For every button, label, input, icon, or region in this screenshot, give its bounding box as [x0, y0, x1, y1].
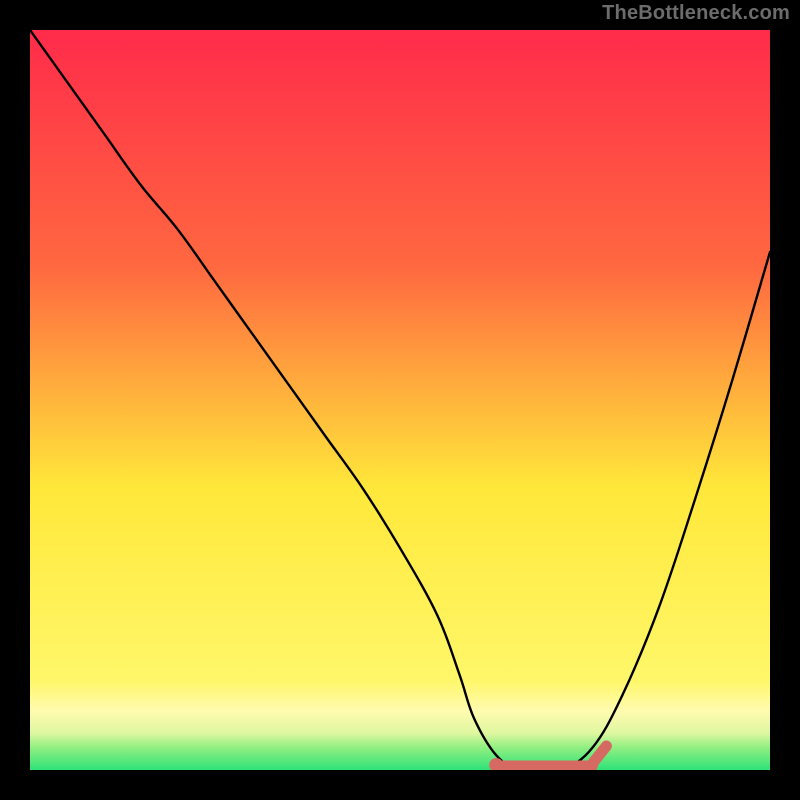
plot-area [30, 30, 770, 770]
gradient-background [30, 30, 770, 770]
chart-svg [30, 30, 770, 770]
chart-frame: TheBottleneck.com [0, 0, 800, 800]
attribution-label: TheBottleneck.com [602, 2, 790, 25]
